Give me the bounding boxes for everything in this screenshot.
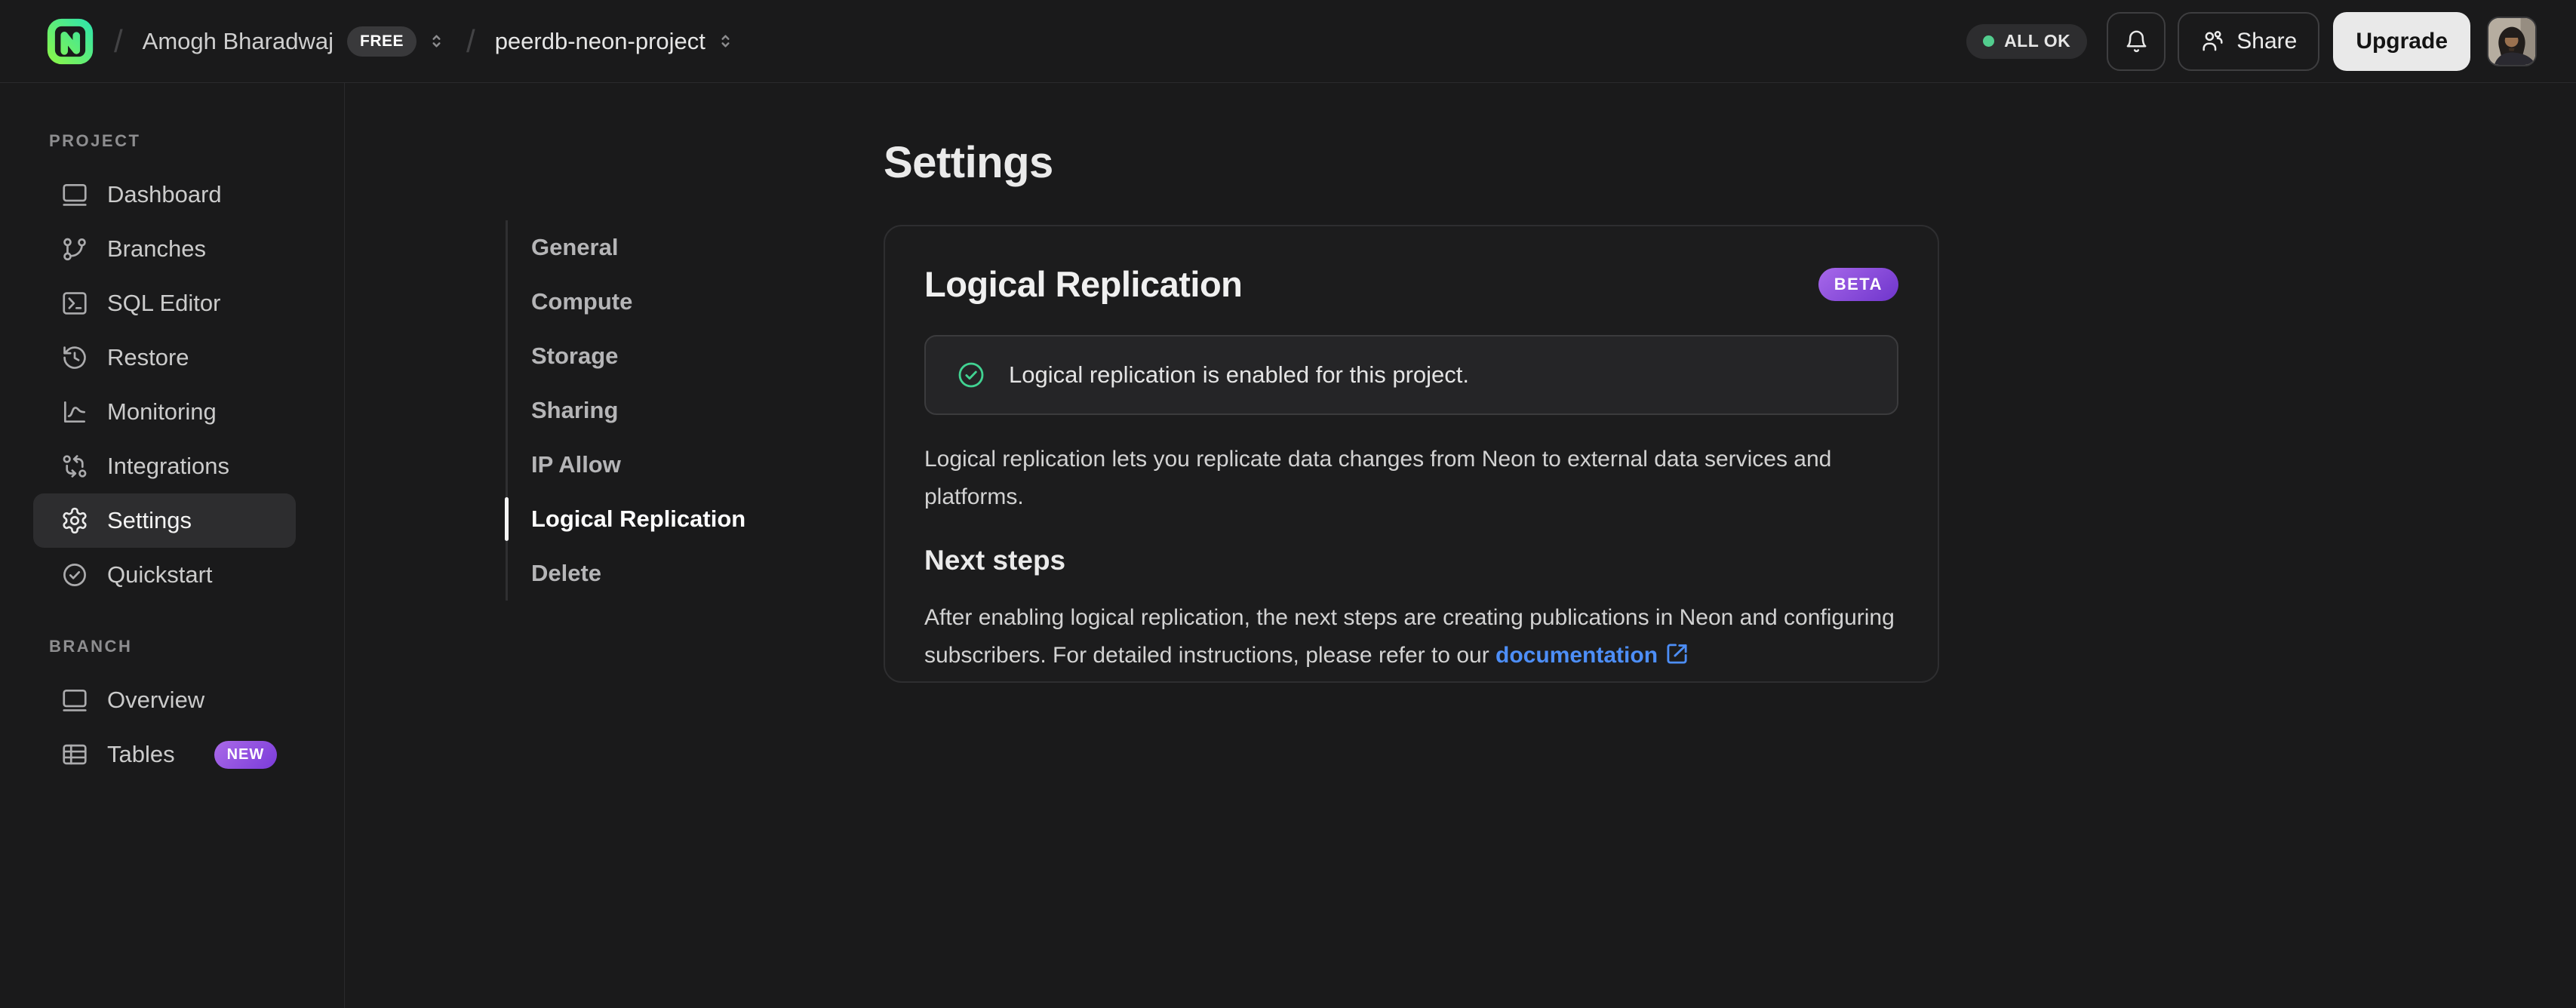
next-steps-heading: Next steps — [924, 545, 1066, 576]
dashboard-icon — [60, 180, 89, 209]
sidebar-item-label: Restore — [107, 344, 189, 370]
share-label: Share — [2236, 28, 2298, 54]
settings-nav-ip-allow[interactable]: IP Allow — [508, 438, 745, 492]
breadcrumb-separator: / — [466, 23, 475, 59]
line-chart-icon — [60, 398, 89, 426]
card-header: Logical Replication BETA — [924, 261, 1898, 308]
neon-logo[interactable] — [46, 17, 94, 66]
breadcrumb: / Amogh Bharadwaj FREE / peerdb-neon-pro… — [46, 17, 736, 66]
sidebar-item-branches[interactable]: Branches — [33, 222, 296, 276]
share-button[interactable]: Share — [2178, 11, 2320, 71]
app-body: PROJECT Dashboard Branches SQL Editor Re… — [0, 83, 2576, 1008]
logical-replication-card: Logical Replication BETA Logical replica… — [884, 225, 1939, 683]
window-icon — [60, 686, 89, 715]
sidebar-section-branch: BRANCH — [49, 637, 133, 656]
main-content: Settings General Compute Storage Sharing… — [345, 83, 2576, 1008]
sidebar-item-integrations[interactable]: Integrations — [33, 439, 296, 493]
sidebar-item-label: Branches — [107, 235, 206, 262]
git-branch-icon — [60, 235, 89, 263]
sidebar-item-tables[interactable]: Tables NEW — [33, 727, 296, 782]
settings-nav-logical-replication[interactable]: Logical Replication — [504, 492, 745, 546]
new-badge: NEW — [214, 740, 278, 769]
status-badge[interactable]: ALL OK — [1966, 23, 2088, 59]
settings-nav-sharing[interactable]: Sharing — [508, 383, 745, 438]
sidebar-item-label: SQL Editor — [107, 290, 221, 316]
status-dot-icon — [1983, 35, 1995, 47]
table-icon — [60, 740, 89, 769]
project-breadcrumb[interactable]: peerdb-neon-project — [495, 28, 736, 55]
sidebar-item-restore[interactable]: Restore — [33, 330, 296, 385]
chevrons-up-down-icon[interactable] — [426, 31, 447, 51]
page-title: Settings — [884, 138, 1053, 187]
status-label: ALL OK — [2004, 31, 2071, 51]
plan-badge: FREE — [347, 26, 417, 57]
external-link-icon[interactable] — [1665, 640, 1689, 678]
history-icon — [60, 343, 89, 372]
sidebar-item-settings[interactable]: Settings — [33, 493, 296, 548]
users-icon — [2200, 29, 2225, 54]
sidebar-item-label: Monitoring — [107, 398, 217, 425]
sidebar-item-quickstart[interactable]: Overview Quickstart — [33, 548, 296, 602]
notifications-button[interactable] — [2107, 11, 2166, 71]
integrations-icon — [60, 452, 89, 481]
breadcrumb-separator: / — [114, 23, 123, 59]
sidebar-item-label: Quickstart — [107, 561, 213, 588]
sidebar-item-monitoring[interactable]: Monitoring — [33, 385, 296, 439]
sidebar-section-project: PROJECT — [49, 131, 141, 150]
topbar: / Amogh Bharadwaj FREE / peerdb-neon-pro… — [0, 0, 2576, 83]
sql-terminal-icon — [60, 289, 89, 318]
check-circle-icon — [60, 561, 89, 589]
sidebar-item-label: Settings — [107, 507, 192, 533]
documentation-link[interactable]: documentation — [1495, 643, 1658, 668]
next-steps-text: After enabling logical replication, the … — [924, 599, 1898, 678]
sidebar-item-overview[interactable]: Overview — [33, 673, 296, 727]
bell-icon — [2123, 28, 2150, 54]
sidebar-item-label: Overview — [107, 687, 205, 713]
user-avatar[interactable] — [2487, 16, 2537, 66]
settings-nav-general[interactable]: General — [508, 220, 745, 275]
check-circle-icon — [956, 360, 986, 390]
upgrade-button[interactable]: Upgrade — [2333, 11, 2470, 71]
sidebar-item-label: Integrations — [107, 453, 229, 479]
chevrons-up-down-icon[interactable] — [715, 31, 736, 51]
upgrade-label: Upgrade — [2356, 28, 2448, 54]
description-text: Logical replication lets you replicate d… — [924, 447, 1832, 509]
beta-badge: BETA — [1818, 268, 1898, 301]
sidebar-item-sql-editor[interactable]: SQL Editor — [33, 276, 296, 330]
org-name: Amogh Bharadwaj — [142, 27, 334, 54]
card-title: Logical Replication — [924, 264, 1243, 304]
replication-enabled-alert: Logical replication is enabled for this … — [924, 335, 1898, 415]
settings-nav-compute[interactable]: Compute — [508, 275, 745, 329]
alert-text: Logical replication is enabled for this … — [1009, 361, 1470, 388]
sidebar: PROJECT Dashboard Branches SQL Editor Re… — [0, 83, 345, 1008]
project-name: peerdb-neon-project — [494, 27, 705, 54]
settings-nav: General Compute Storage Sharing IP Allow… — [504, 220, 745, 601]
sidebar-item-label: Dashboard — [107, 181, 222, 207]
next-steps-body: After enabling logical replication, the … — [924, 605, 1895, 668]
gear-icon — [60, 506, 89, 535]
topbar-actions: ALL OK Share Upgrade — [1966, 11, 2537, 71]
settings-content: Logical Replication BETA Logical replica… — [884, 225, 1939, 683]
settings-nav-storage[interactable]: Storage — [508, 329, 745, 383]
sidebar-item-dashboard[interactable]: Dashboard — [33, 167, 296, 222]
sidebar-item-label: Tables — [107, 741, 175, 767]
settings-nav-delete[interactable]: Delete — [508, 546, 745, 601]
org-breadcrumb[interactable]: Amogh Bharadwaj FREE — [143, 26, 447, 57]
